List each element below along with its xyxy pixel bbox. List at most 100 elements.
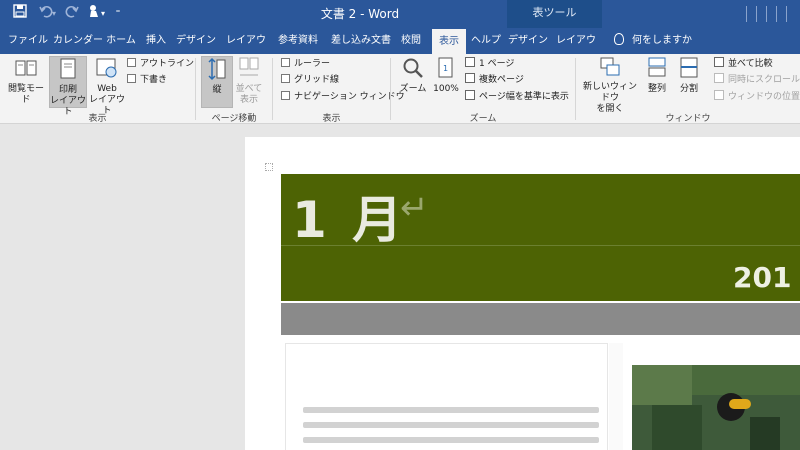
- reset-position-label: ウィンドウの位置を元: [728, 92, 800, 102]
- compare-icon: [714, 57, 724, 67]
- multi-page-icon: [465, 73, 475, 83]
- draft-icon: [127, 74, 136, 83]
- tab-view[interactable]: 表示: [432, 29, 466, 54]
- arrange-label: 整列: [647, 84, 666, 94]
- nav-pane-check-icon: [281, 91, 290, 100]
- book-icon: [15, 60, 37, 76]
- new-window-icon: [600, 57, 620, 76]
- tab-design[interactable]: デザイン: [176, 28, 216, 54]
- magnifier-icon: [403, 58, 423, 78]
- document-title: 文書 2 - Word: [320, 7, 400, 21]
- sync-scroll-button[interactable]: 同時にスクロール: [714, 73, 800, 88]
- tab-review[interactable]: 校閲: [396, 28, 426, 54]
- one-page-label: 1 ページ: [479, 59, 515, 69]
- reading-mode-label: 閲覧モード: [7, 84, 44, 105]
- sync-scroll-label: 同時にスクロール: [728, 75, 800, 85]
- text-line: [303, 407, 599, 413]
- page-move-group-label: ページ移動: [211, 114, 257, 124]
- tab-insert[interactable]: 挿入: [140, 28, 172, 54]
- tell-me-label: 何をしますか: [632, 35, 692, 46]
- sync-scroll-icon: [714, 73, 724, 83]
- redo-icon[interactable]: [62, 4, 82, 24]
- tell-me-box[interactable]: 何をしますか: [614, 28, 692, 54]
- multi-page-label: 複数ページ: [479, 75, 524, 85]
- split-label: 分割: [679, 84, 698, 94]
- print-layout-button[interactable]: 印刷 レイアウト: [49, 56, 87, 117]
- ribbon: 閲覧モード 印刷 レイアウト Web レイアウト アウトライン 下書き 表示 縦…: [0, 54, 800, 124]
- column-gap: [609, 343, 623, 450]
- context-tool-title: 表ツール: [532, 6, 577, 19]
- tab-layout[interactable]: レイアウト: [224, 28, 268, 72]
- text-line: [303, 437, 599, 443]
- nav-pane-checkbox[interactable]: ナビゲーション ウィンドウ: [281, 90, 405, 105]
- ruler-check-icon: [281, 58, 290, 67]
- zoom-group-label: ズーム: [469, 114, 497, 124]
- ruler-checkbox[interactable]: ルーラー: [281, 57, 330, 72]
- vertical-label: 縦: [212, 85, 222, 95]
- tab-table-design[interactable]: デザイン: [508, 28, 548, 54]
- tab-references[interactable]: 参考資料: [274, 28, 322, 54]
- reset-position-button[interactable]: ウィンドウの位置を元: [714, 90, 800, 105]
- split-button[interactable]: 分割: [674, 56, 704, 108]
- gridlines-checkbox[interactable]: グリッド線: [281, 73, 339, 88]
- split-icon: [680, 57, 698, 78]
- arrange-all-button[interactable]: 整列: [643, 56, 671, 108]
- subtitle-bar: [281, 303, 800, 335]
- gridlines-label: グリッド線: [294, 75, 340, 85]
- zoom-100-button[interactable]: 1 100%: [430, 56, 462, 108]
- views-group-label: 表示: [88, 114, 107, 124]
- window-controls: [734, 0, 800, 28]
- tab-calendar[interactable]: カレンダー: [52, 28, 104, 54]
- side-compare-label: 並べて比較: [728, 59, 773, 69]
- toucan-photo[interactable]: [632, 365, 800, 450]
- zoom-100-icon: 1: [438, 57, 453, 78]
- page-width-label: ページ幅を基準に表示: [479, 92, 569, 102]
- table-move-handle-icon[interactable]: [265, 163, 273, 171]
- month-heading[interactable]: 1 月: [292, 180, 406, 252]
- window-group-label: ウィンドウ: [665, 114, 711, 124]
- ruler-label: ルーラー: [294, 59, 331, 69]
- tab-home[interactable]: ホーム: [104, 28, 138, 54]
- left-column[interactable]: [285, 343, 608, 450]
- side-by-side-button[interactable]: 並べて 表示: [235, 56, 263, 108]
- tab-help[interactable]: ヘルプ: [470, 28, 502, 54]
- zoom-button[interactable]: ズーム: [396, 56, 430, 108]
- one-page-icon: [465, 57, 475, 67]
- gridlines-check-icon: [281, 74, 290, 83]
- tab-mailings[interactable]: 差し込み文書: [330, 28, 392, 54]
- svg-text:1: 1: [443, 64, 448, 73]
- outline-label: アウトライン: [140, 59, 195, 69]
- tab-table-layout[interactable]: レイアウト: [554, 28, 598, 72]
- outline-icon: [127, 58, 136, 67]
- page-width-icon: [465, 90, 475, 100]
- year-label[interactable]: 201: [733, 261, 791, 294]
- title-bar: ▾ ▾ ⁼ 表ツール 文書 2 - Word: [0, 0, 800, 54]
- vertical-scroll-button[interactable]: 縦: [201, 56, 233, 108]
- customize-icon[interactable]: ⁼: [112, 4, 124, 24]
- tab-file[interactable]: ファイル: [6, 28, 50, 54]
- side-by-side-label: 並べて 表示: [235, 84, 263, 105]
- one-page-button[interactable]: 1 ページ: [465, 57, 514, 72]
- page-width-button[interactable]: ページ幅を基準に表示: [465, 90, 569, 105]
- multi-page-button[interactable]: 複数ページ: [465, 73, 524, 88]
- side-compare-button[interactable]: 並べて比較: [714, 57, 773, 72]
- vertical-pages-icon: [208, 57, 226, 81]
- draft-button[interactable]: 下書き: [127, 73, 167, 88]
- web-layout-button[interactable]: Web レイアウト: [88, 56, 126, 116]
- side-by-side-icon: [239, 57, 259, 76]
- undo-dropdown-icon[interactable]: ▾: [49, 4, 59, 24]
- text-line: [303, 422, 599, 428]
- new-window-button[interactable]: 新しいウィンドウ を開く: [580, 56, 640, 114]
- save-icon[interactable]: [10, 4, 30, 24]
- reset-position-icon: [714, 90, 724, 100]
- page-icon: [60, 58, 76, 79]
- outline-button[interactable]: アウトライン: [127, 57, 194, 72]
- paragraph-mark-icon: ↵: [400, 188, 429, 228]
- zoom-label: ズーム: [399, 84, 427, 94]
- draft-label: 下書き: [140, 75, 168, 85]
- lightbulb-icon: [614, 33, 624, 45]
- touch-dropdown-icon[interactable]: ▾: [98, 4, 108, 24]
- show-group-label: 表示: [322, 114, 341, 124]
- nav-pane-label: ナビゲーション ウィンドウ: [294, 92, 405, 102]
- reading-mode-button[interactable]: 閲覧モード: [4, 56, 48, 108]
